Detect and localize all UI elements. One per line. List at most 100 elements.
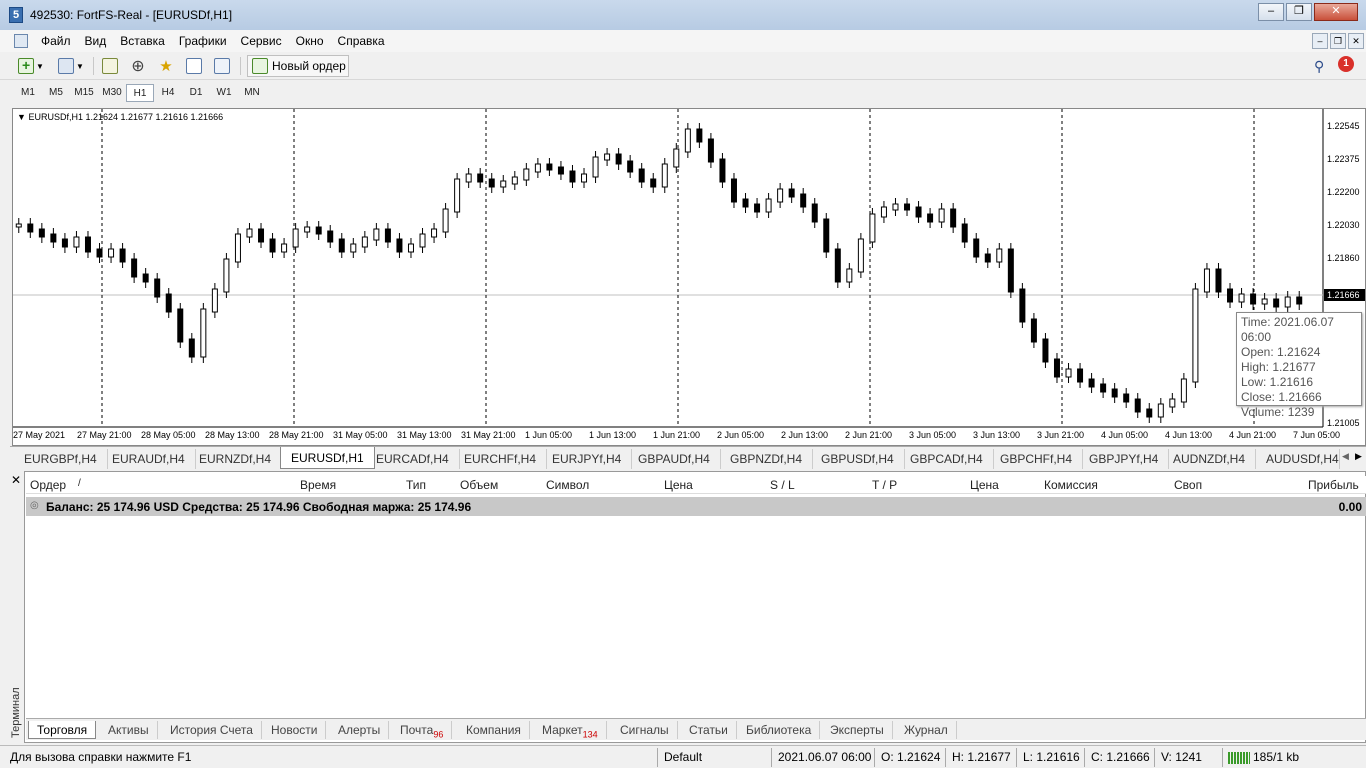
close-button[interactable]: ✕ (1314, 3, 1358, 21)
mdi-close-button[interactable]: ✕ (1348, 33, 1364, 49)
tooltip-close: Close: 1.21666 (1241, 390, 1322, 404)
col-price[interactable]: Цена (664, 478, 693, 492)
terminal-tab-mail[interactable]: Почта96 (392, 721, 453, 739)
chart-tab[interactable]: GBPJPYf,H4 (1079, 449, 1170, 469)
balance-row[interactable]: ◎ Баланс: 25 174.96 USD Средства: 25 174… (26, 497, 1366, 516)
chart-menu-arrow-icon[interactable]: ▼ (17, 112, 26, 122)
chart-tab[interactable]: EURAUDf,H4 (102, 449, 196, 469)
tf-m1[interactable]: M1 (14, 84, 42, 102)
sort-icon[interactable]: / (78, 478, 81, 489)
candle-body (488, 178, 495, 188)
chart-canvas (13, 109, 1324, 428)
navigator-button[interactable]: ★ (154, 55, 178, 77)
terminal-tab-trade[interactable]: Торговля (28, 721, 97, 739)
time-label: 3 Jun 05:00 (909, 430, 957, 440)
chart-tab[interactable]: GBPCADf,H4 (900, 449, 994, 469)
terminal-tab-library[interactable]: Библиотека (738, 721, 821, 739)
chart-tab[interactable]: GBPUSDf,H4 (811, 449, 905, 469)
tf-d1[interactable]: D1 (182, 84, 210, 102)
restore-button[interactable]: ❐ (1286, 3, 1312, 21)
menu-help[interactable]: Справка (331, 34, 392, 48)
terminal-tab-news[interactable]: Новости (263, 721, 327, 739)
time-label: 31 May 21:00 (461, 430, 516, 440)
candle-body (1250, 293, 1257, 305)
terminal-tab-company[interactable]: Компания (458, 721, 530, 739)
scroll-right-icon[interactable]: ▶ (1355, 451, 1362, 462)
terminal-tab-alerts[interactable]: Алерты (330, 721, 390, 739)
menu-window[interactable]: Окно (289, 34, 331, 48)
tf-mn[interactable]: MN (238, 84, 266, 102)
menu-file[interactable]: Файл (34, 34, 78, 48)
chart-tab[interactable]: EURCADf,H4 (366, 449, 460, 469)
candle-body (131, 258, 138, 278)
col-order[interactable]: Ордер (30, 478, 66, 492)
col-volume[interactable]: Объем (460, 478, 498, 492)
time-label: 27 May 2021 (13, 430, 66, 440)
ohlc-tooltip: Time: 2021.06.07 06:00 Open: 1.21624 Hig… (1236, 312, 1362, 419)
search-icon[interactable]: ⚲ (1314, 58, 1324, 75)
terminal-tab-experts[interactable]: Эксперты (822, 721, 893, 739)
crosshair-button[interactable]: ⊕ (126, 55, 150, 77)
profiles-button[interactable]: ▼ (54, 55, 88, 77)
new-chart-button[interactable]: + ▼ (14, 55, 48, 77)
candle-body (465, 173, 472, 183)
terminal-close-icon[interactable]: ✕ (11, 473, 21, 487)
balance-row-icon: ◎ (30, 500, 39, 511)
status-profile[interactable]: Default (664, 750, 702, 764)
chart-tab[interactable]: EURNZDf,H4 (189, 449, 283, 469)
chart-tab-active[interactable]: EURUSDf,H1 (280, 447, 375, 469)
terminal-tab-signals[interactable]: Сигналы (612, 721, 678, 739)
candle-body (1180, 378, 1187, 403)
mdi-minimize-button[interactable]: – (1312, 33, 1328, 49)
chart-tab[interactable]: EURGBPf,H4 (14, 449, 108, 469)
col-sl[interactable]: S / L (770, 478, 795, 492)
terminal-tab-journal[interactable]: Журнал (896, 721, 957, 739)
col-profit[interactable]: Прибыль (1308, 478, 1359, 492)
candle-body (165, 293, 172, 313)
menu-insert[interactable]: Вставка (113, 34, 172, 48)
menu-doc-icon[interactable] (14, 34, 28, 48)
terminal-tab-market[interactable]: Маркет134 (534, 721, 607, 739)
tester-button[interactable] (210, 55, 234, 77)
candle-body (373, 228, 380, 241)
tf-h1[interactable]: H1 (126, 84, 154, 102)
col-commission[interactable]: Комиссия (1044, 478, 1098, 492)
chart-tab[interactable]: EURJPYf,H4 (542, 449, 633, 469)
terminal-button[interactable] (182, 55, 206, 77)
col-price-current[interactable]: Цена (970, 478, 999, 492)
menu-charts[interactable]: Графики (172, 34, 234, 48)
tf-w1[interactable]: W1 (210, 84, 238, 102)
terminal-tab-assets[interactable]: Активы (100, 721, 158, 739)
new-order-button[interactable]: Новый ордер (247, 55, 349, 77)
terminal-tab-articles[interactable]: Статьи (681, 721, 737, 739)
chart-tab[interactable]: AUDNZDf,H4 (1163, 449, 1257, 469)
notification-badge[interactable]: 1 (1338, 56, 1354, 72)
col-tp[interactable]: T / P (872, 478, 897, 492)
tf-m30[interactable]: M30 (98, 84, 126, 102)
col-type[interactable]: Тип (406, 478, 426, 492)
mdi-restore-button[interactable]: ❐ (1330, 33, 1346, 49)
chart-tab[interactable]: GBPNZDf,H4 (720, 449, 814, 469)
scroll-left-icon[interactable]: ◀ (1342, 451, 1349, 462)
col-swap[interactable]: Своп (1174, 478, 1202, 492)
menu-tools[interactable]: Сервис (234, 34, 289, 48)
terminal-tab-history[interactable]: История Счета (162, 721, 262, 739)
candle-body (604, 153, 611, 161)
candle-body (927, 213, 934, 223)
menu-view[interactable]: Вид (78, 34, 114, 48)
candle-body (696, 128, 703, 143)
time-label: 27 May 21:00 (77, 430, 132, 440)
chart-tab[interactable]: GBPAUDf,H4 (628, 449, 721, 469)
tf-m5[interactable]: M5 (42, 84, 70, 102)
col-time[interactable]: Время (300, 478, 336, 492)
chart-tab[interactable]: EURCHFf,H4 (454, 449, 548, 469)
tf-m15[interactable]: M15 (70, 84, 98, 102)
price-chart[interactable]: ▼ EURUSDf,H1 1.21624 1.21677 1.21616 1.2… (12, 108, 1366, 446)
market-watch-button[interactable] (98, 55, 122, 77)
chart-tab[interactable]: GBPCHFf,H4 (990, 449, 1084, 469)
tf-h4[interactable]: H4 (154, 84, 182, 102)
col-symbol[interactable]: Символ (546, 478, 589, 492)
candle-body (892, 203, 899, 211)
minimize-button[interactable]: – (1258, 3, 1284, 21)
chart-tab[interactable]: AUDUSDf,H4 (1256, 449, 1340, 469)
